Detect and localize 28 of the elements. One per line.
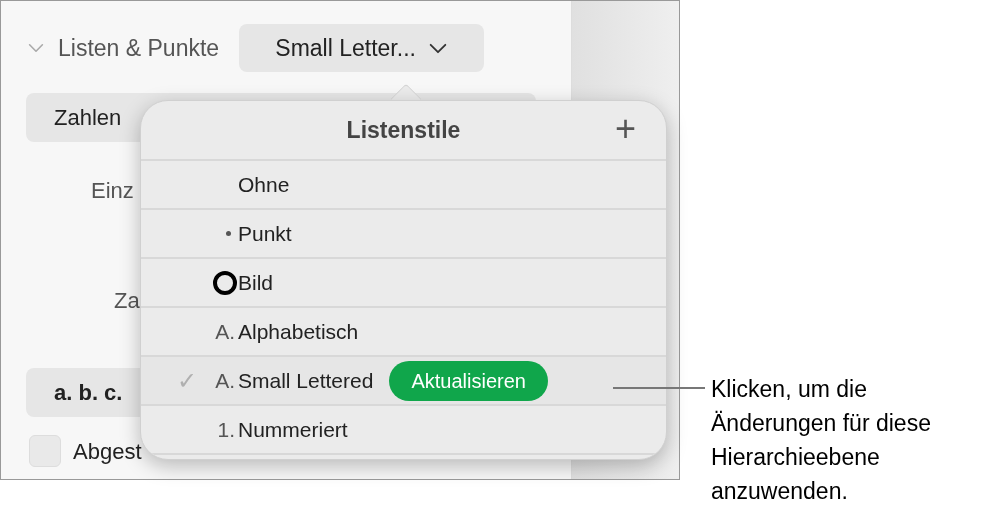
section-title: Listen & Punkte [58,33,220,63]
list-style-item[interactable]: 1.Nummeriert [141,406,666,455]
chevron-icon [427,42,448,54]
item-label: Punkt [238,220,292,247]
item-label: Ohne [238,171,290,198]
list-style-item[interactable]: ✓ A.Small Lettered Aktualisieren [141,357,666,406]
list-style-item[interactable]: Punkt [141,210,666,259]
list-marker: 1. [217,416,235,443]
field-label: Za [114,286,140,315]
bullet-icon [226,231,231,236]
list-marker: A. [215,367,235,394]
style-button-label[interactable]: Zahlen [54,101,122,134]
list-style-item[interactable]: Ohne [141,161,666,210]
checkmark-icon: ✓ [177,362,197,399]
list-marker: A. [215,318,235,345]
checkbox-label: Abgest [73,437,142,466]
item-label: Alphabetisch [238,318,359,345]
popover-title: Listenstile [346,115,461,145]
checkbox[interactable] [29,435,61,467]
add-button[interactable]: + [614,111,636,147]
style-button-label[interactable]: a. b. c. [54,376,123,409]
item-label: Small Lettered [238,367,374,394]
list-style-item[interactable]: Bild [141,259,666,308]
item-label: Bild [238,269,274,296]
field-label: Einz [91,176,134,205]
list-style-dropdown[interactable]: Small Letter... [239,24,485,72]
item-label: Nummeriert [238,416,348,443]
callout-text: Klicken, um die Änderungen für diese Hierarchieebene anzuwenden. [711,375,932,506]
